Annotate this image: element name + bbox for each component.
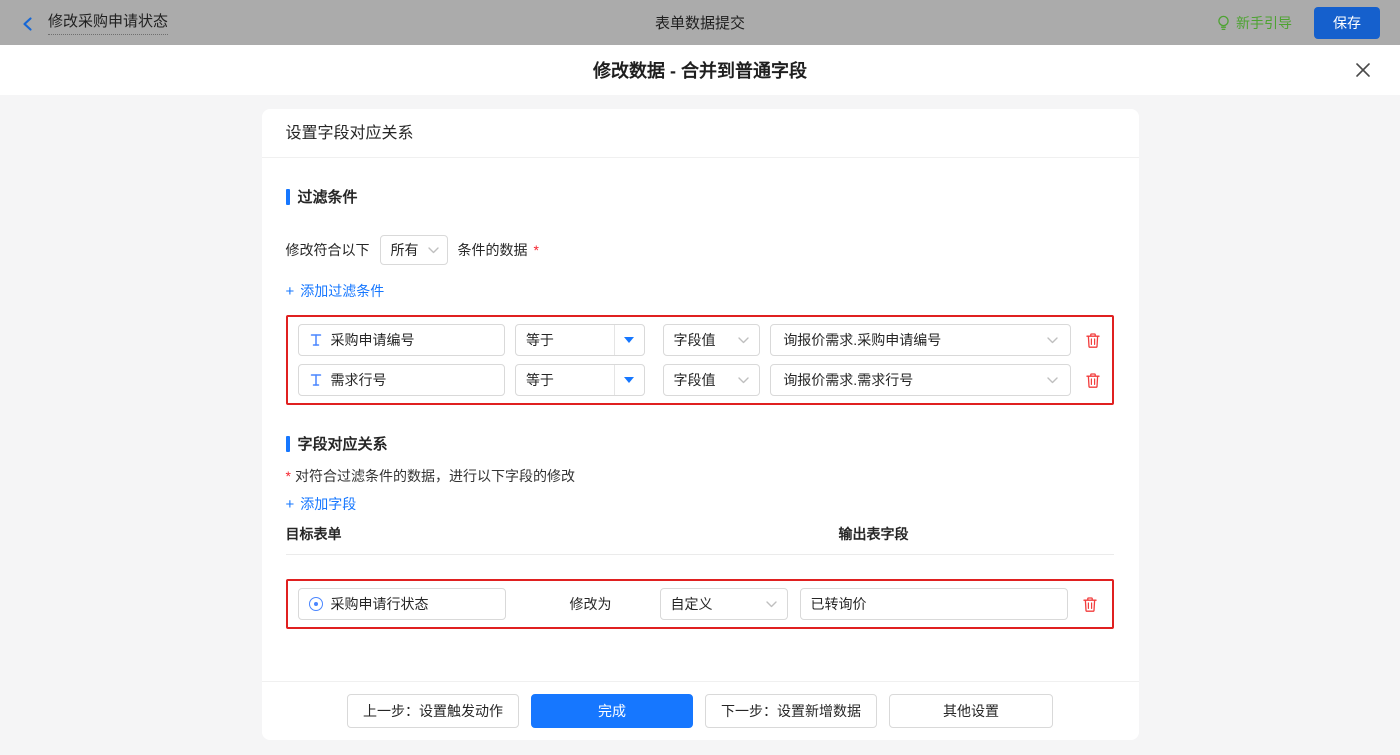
done-button[interactable]: 完成 <box>531 694 693 728</box>
operator-select[interactable]: 等于 <box>514 364 645 396</box>
add-filter-condition-label: 添加过滤条件 <box>300 283 385 299</box>
filter-condition-row: 采购申请编号 等于 字段值 询报价需求.采购申请编号 <box>297 324 1102 356</box>
beginner-guide-link[interactable]: 新手引导 <box>1216 13 1292 33</box>
value-type-value: 字段值 <box>673 372 716 388</box>
value-type-value: 字段值 <box>673 332 716 348</box>
match-mode-select[interactable]: 所有 <box>379 235 448 265</box>
plus-icon: + <box>285 495 295 513</box>
value-mode-select[interactable]: 自定义 <box>659 588 788 620</box>
field-mapping-card: 设置字段对应关系 过滤条件 修改符合以下 所有 条件的数据 * + 添加过滤条件… <box>261 109 1139 740</box>
dialog-header: 修改数据 - 合并到普通字段 <box>0 45 1400 95</box>
filter-match-suffix: 条件的数据 <box>457 242 528 258</box>
filter-conditions-box: 采购申请编号 等于 字段值 询报价需求.采购申请编号 需求行号 等于 字段值 询… <box>285 315 1114 405</box>
compare-value: 询报价需求.采购申请编号 <box>783 332 942 348</box>
filter-match-prefix: 修改符合以下 <box>285 242 370 258</box>
mapping-section-title: 字段对应关系 <box>285 433 1115 454</box>
column-header-target-form: 目标表单 <box>285 526 342 542</box>
filter-section-title-text: 过滤条件 <box>297 189 358 206</box>
section-bar <box>285 188 290 205</box>
lightbulb-icon <box>1216 15 1231 31</box>
compare-value: 询报价需求.需求行号 <box>783 372 914 388</box>
chevron-down-icon <box>1047 376 1059 383</box>
mapping-table-headers: 目标表单 输出表字段 <box>285 524 1114 555</box>
radio-field-icon <box>308 597 323 611</box>
caret-down-icon[interactable] <box>613 365 644 395</box>
chevron-down-icon <box>427 246 439 253</box>
plus-icon: + <box>285 282 295 300</box>
target-field-name: 采购申请行状态 <box>330 596 429 612</box>
card-body: 过滤条件 修改符合以下 所有 条件的数据 * + 添加过滤条件 采购申请编号 等… <box>262 186 1139 629</box>
caret-down-icon[interactable] <box>613 325 644 355</box>
topbar-node-title: 表单数据提交 <box>654 15 746 32</box>
column-header-output-field: 输出表字段 <box>838 526 909 542</box>
chevron-down-icon <box>738 376 750 383</box>
save-button[interactable]: 保存 <box>1314 6 1380 39</box>
operator-select[interactable]: 等于 <box>514 324 645 356</box>
dialog-body: 设置字段对应关系 过滤条件 修改符合以下 所有 条件的数据 * + 添加过滤条件… <box>0 95 1400 755</box>
delete-condition-icon[interactable] <box>1085 372 1101 389</box>
card-footer: 上一步：设置触发动作 完成 下一步：设置新增数据 其他设置 <box>261 681 1139 740</box>
chevron-down-icon <box>765 600 777 607</box>
section-bar <box>285 435 290 452</box>
mapping-description-line: * 对符合过滤条件的数据，进行以下字段的修改 <box>286 466 1115 486</box>
beginner-guide-label: 新手引导 <box>1236 14 1292 31</box>
topbar-left: 修改采购申请状态 <box>20 10 169 35</box>
filter-condition-row: 需求行号 等于 字段值 询报价需求.需求行号 <box>297 364 1102 396</box>
other-settings-button[interactable]: 其他设置 <box>889 694 1053 728</box>
required-asterisk: * <box>285 468 291 484</box>
field-mapping-row: 采购申请行状态 修改为 自定义 已转询价 <box>297 588 1102 620</box>
operator-value: 等于 <box>525 372 554 388</box>
filter-field-input[interactable]: 采购申请编号 <box>297 324 505 356</box>
topbar-right: 新手引导 保存 <box>1216 6 1380 39</box>
field-mapping-box: 采购申请行状态 修改为 自定义 已转询价 <box>285 579 1114 629</box>
value-type-select[interactable]: 字段值 <box>662 364 761 396</box>
add-filter-condition-link[interactable]: + 添加过滤条件 <box>286 281 385 301</box>
close-icon[interactable] <box>1352 59 1374 81</box>
text-field-icon <box>309 333 323 347</box>
add-field-label: 添加字段 <box>300 496 357 512</box>
flow-name-title[interactable]: 修改采购申请状态 <box>48 10 169 35</box>
custom-value: 已转询价 <box>810 596 867 612</box>
compare-value-select[interactable]: 询报价需求.采购申请编号 <box>770 324 1072 356</box>
dialog-title: 修改数据 - 合并到普通字段 <box>593 61 807 81</box>
delete-condition-icon[interactable] <box>1085 332 1101 349</box>
mapping-section-title-text: 字段对应关系 <box>297 436 388 453</box>
target-field-input[interactable]: 采购申请行状态 <box>297 588 506 620</box>
mapping-description: 对符合过滤条件的数据，进行以下字段的修改 <box>294 468 575 484</box>
required-asterisk: * <box>533 242 539 258</box>
filter-field-input[interactable]: 需求行号 <box>297 364 505 396</box>
value-type-select[interactable]: 字段值 <box>662 324 761 356</box>
value-mode-value: 自定义 <box>670 596 713 612</box>
chevron-down-icon <box>1047 336 1059 343</box>
page: 修改采购申请状态 表单数据提交 新手引导 保存 修改数据 - 合并到普通字段 设… <box>0 0 1400 755</box>
chevron-down-icon <box>738 336 750 343</box>
filter-section-title: 过滤条件 <box>285 186 1115 207</box>
modify-to-label: 修改为 <box>569 596 612 612</box>
prev-step-button[interactable]: 上一步：设置触发动作 <box>347 694 519 728</box>
match-mode-value: 所有 <box>390 242 419 258</box>
topbar: 修改采购申请状态 表单数据提交 新手引导 保存 <box>0 0 1400 45</box>
card-header-title: 设置字段对应关系 <box>261 109 1139 158</box>
add-field-link[interactable]: + 添加字段 <box>286 494 357 514</box>
filter-field-name: 采购申请编号 <box>330 332 415 348</box>
filter-field-name: 需求行号 <box>330 372 387 388</box>
operator-value: 等于 <box>525 332 554 348</box>
text-field-icon <box>309 373 323 387</box>
custom-value-input[interactable]: 已转询价 <box>799 588 1068 620</box>
compare-value-select[interactable]: 询报价需求.需求行号 <box>770 364 1072 396</box>
next-step-button[interactable]: 下一步：设置新增数据 <box>705 694 877 728</box>
filter-match-line: 修改符合以下 所有 条件的数据 * <box>286 235 1115 265</box>
back-icon[interactable] <box>20 16 36 32</box>
delete-mapping-icon[interactable] <box>1082 596 1098 613</box>
